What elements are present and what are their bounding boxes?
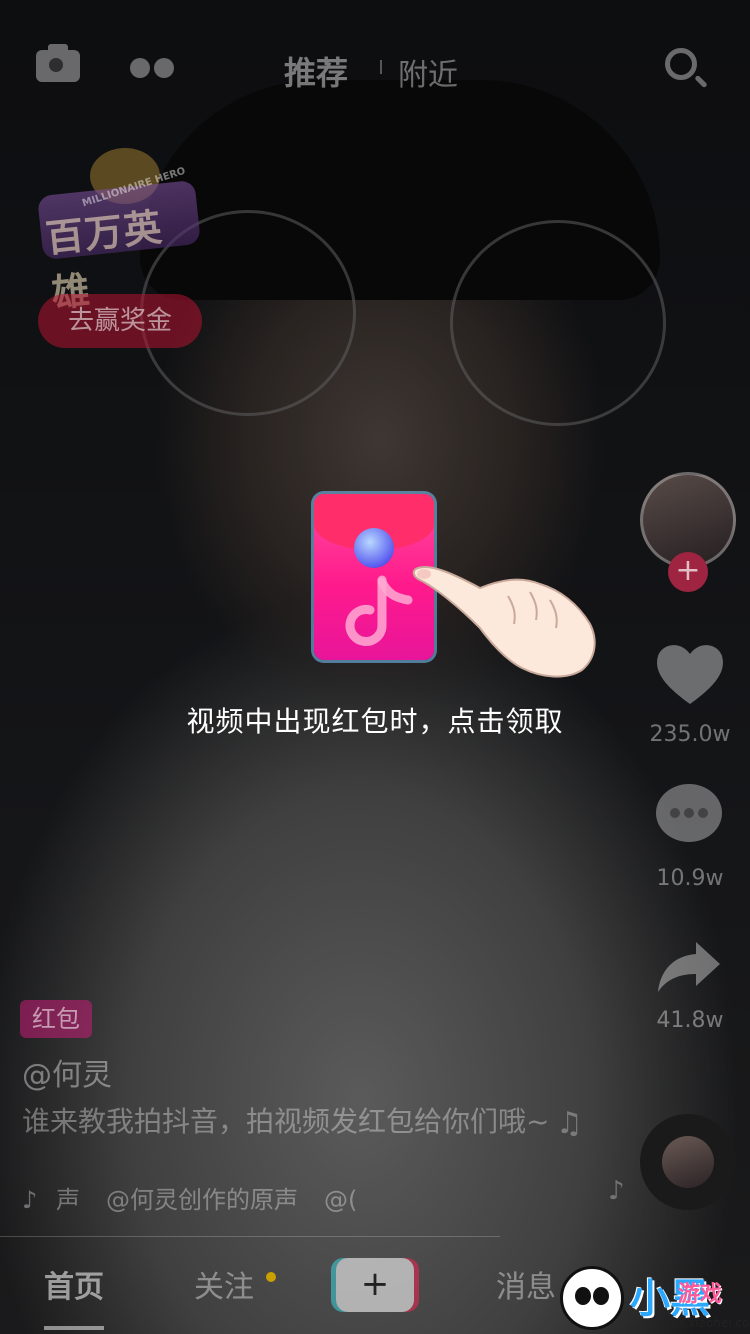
comment-bubble-icon[interactable]: [656, 784, 722, 842]
nav-home[interactable]: 首页: [44, 1262, 104, 1306]
tiktok-logo-icon: [345, 575, 413, 646]
video-description: 谁来教我拍抖音，拍视频发红包给你们哦~: [22, 1105, 550, 1138]
panda-logo-icon: [560, 1266, 624, 1330]
nav-follow[interactable]: 关注: [194, 1262, 254, 1306]
screen: 推荐 附近 MILLIONAIRE HERO 百万英雄 去赢奖金 + 235.0…: [0, 0, 750, 1334]
guide-tip-text: 视频中出现红包时，点击领取: [186, 705, 564, 738]
music-track: @何灵创作的原声: [106, 1186, 298, 1214]
envelope-knob: [354, 528, 394, 568]
music-disc[interactable]: [640, 1114, 736, 1210]
bottom-divider: [0, 1236, 500, 1237]
watermark-suffix: 游戏: [678, 1282, 723, 1307]
music-note-small-icon: ♪: [608, 1176, 625, 1206]
follow-plus-button[interactable]: +: [668, 552, 708, 592]
tab-separator: [380, 60, 382, 74]
share-arrow-icon[interactable]: [656, 938, 722, 994]
watermark-url: www.xiaohei.com: [656, 1316, 750, 1330]
pointing-hand-icon: [412, 566, 596, 678]
tab-nearby[interactable]: 附近: [398, 50, 458, 94]
nav-messages[interactable]: 消息: [496, 1262, 556, 1306]
millionaire-hero-logo[interactable]: MILLIONAIRE HERO 百万英雄: [37, 148, 201, 316]
music-track-tail: @(: [324, 1186, 358, 1214]
top-bar: 推荐 附近: [0, 0, 750, 130]
follow-notify-dot: [266, 1272, 276, 1282]
live-dots-icon[interactable]: [130, 58, 176, 78]
win-prize-button[interactable]: 去赢奖金: [38, 294, 202, 348]
site-watermark: 小黑 游戏 www.xiaohei.com: [560, 1262, 750, 1334]
share-count: 41.8w: [656, 1008, 724, 1033]
author-name[interactable]: @何灵: [22, 1050, 112, 1094]
tab-recommend[interactable]: 推荐: [284, 48, 348, 94]
red-packet-tag[interactable]: 红包: [20, 1000, 92, 1038]
music-marquee[interactable]: ♪ 声 @何灵创作的原声 @(: [22, 1180, 412, 1215]
nav-home-indicator: [44, 1326, 104, 1330]
create-video-button[interactable]: +: [336, 1258, 414, 1312]
music-label: 声: [56, 1186, 80, 1214]
comment-count: 10.9w: [656, 866, 724, 891]
tiktok-note-icon: ♪: [22, 1186, 38, 1214]
like-heart-icon[interactable]: [654, 640, 726, 708]
search-icon[interactable]: [665, 48, 697, 80]
camera-icon[interactable]: [36, 44, 80, 82]
